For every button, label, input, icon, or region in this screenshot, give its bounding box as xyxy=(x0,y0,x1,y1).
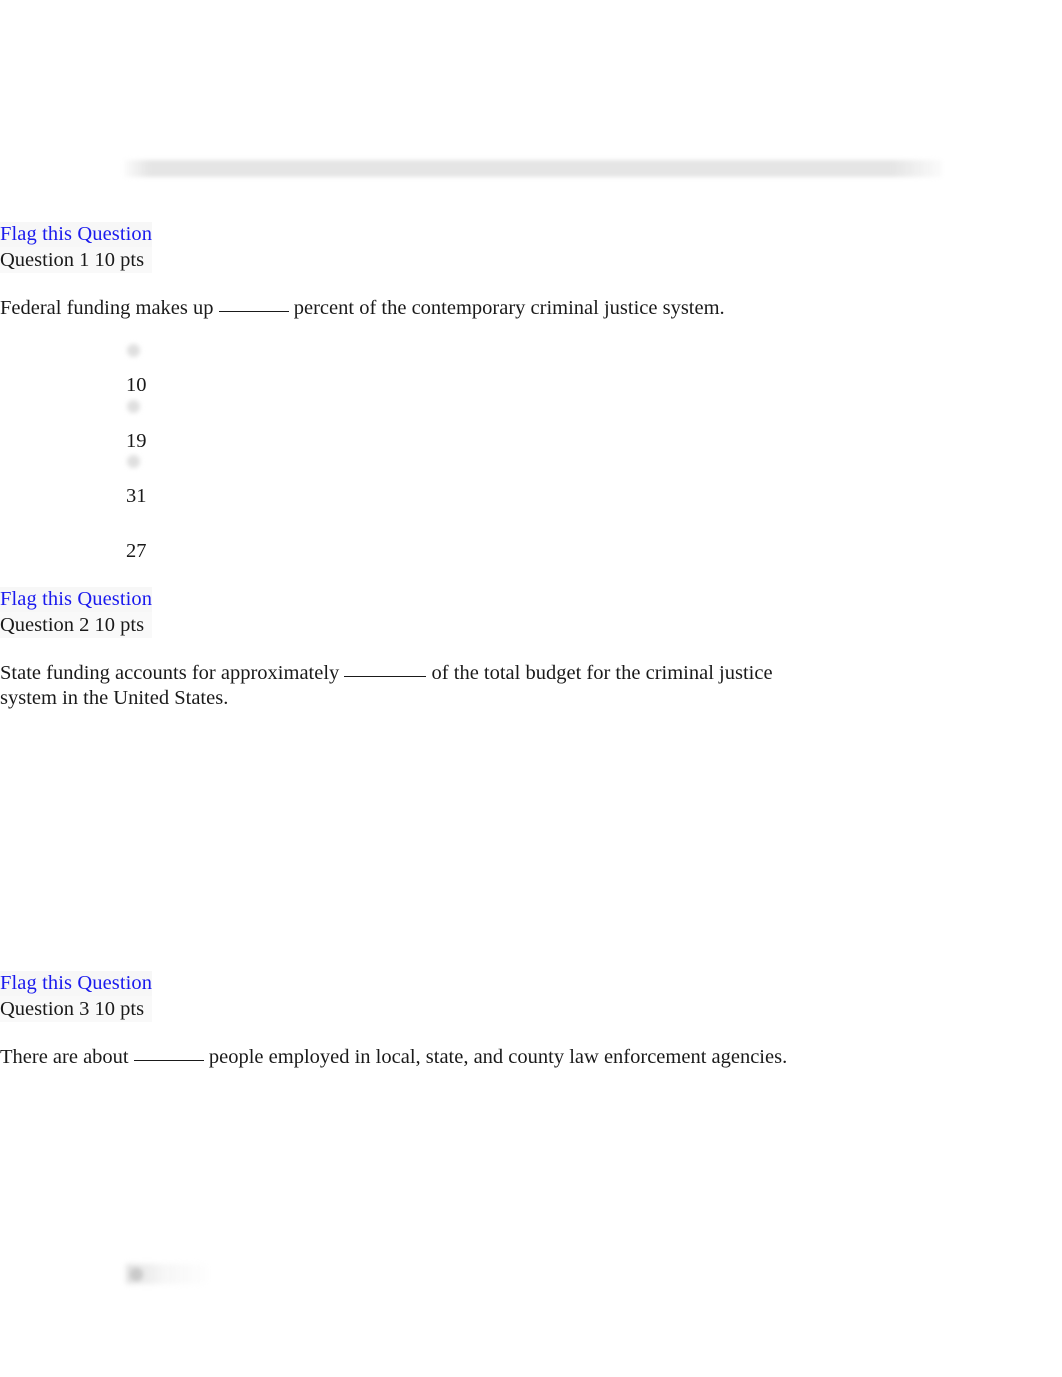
question-text-1-after: percent of the contemporary criminal jus… xyxy=(293,297,725,319)
flag-this-question-link-2[interactable]: Flag this Question xyxy=(0,587,153,612)
question-text-3-before: There are about xyxy=(0,1046,129,1068)
question-block-2: Flag this Question Question 2 10 pts Sta… xyxy=(0,587,814,710)
radio-button-icon[interactable] xyxy=(127,455,140,468)
question-text-2: State funding accounts for approximately… xyxy=(0,661,812,710)
option-label: 27 xyxy=(126,540,147,562)
flag-this-question-link-3[interactable]: Flag this Question xyxy=(0,971,153,996)
faded-header-bar xyxy=(124,160,942,177)
flag-this-question-link-1[interactable]: Flag this Question xyxy=(0,222,153,247)
question-text-1: Federal funding makes up percent of the … xyxy=(0,296,812,321)
option-label: 10 xyxy=(126,374,147,396)
question-heading-2: Question 2 10 pts xyxy=(0,612,152,638)
option-label: 31 xyxy=(126,485,147,507)
answer-blank-2 xyxy=(344,663,427,677)
option-label: 19 xyxy=(126,430,147,452)
radio-button-icon[interactable] xyxy=(127,400,140,413)
radio-button-icon[interactable] xyxy=(127,344,140,357)
answer-blank-1 xyxy=(218,298,289,312)
options-list-2 xyxy=(124,730,524,950)
document-page: Flag this Question Question 1 10 pts Fed… xyxy=(0,0,1062,1377)
question-text-3-after: people employed in local, state, and cou… xyxy=(208,1046,788,1068)
question-text-2-before: State funding accounts for approximately xyxy=(0,662,340,684)
question-heading-3: Question 3 10 pts xyxy=(0,996,152,1022)
question-text-1-before: Federal funding makes up xyxy=(0,297,214,319)
question-block-3: Flag this Question Question 3 10 pts The… xyxy=(0,971,814,1070)
question-text-3: There are about people employed in local… xyxy=(0,1045,812,1070)
answer-blank-3 xyxy=(133,1047,204,1061)
question-block-1: Flag this Question Question 1 10 pts Fed… xyxy=(0,222,814,321)
options-list-3 xyxy=(124,1100,524,1250)
radio-button-icon[interactable] xyxy=(130,1268,143,1281)
question-heading-1: Question 1 10 pts xyxy=(0,247,152,273)
